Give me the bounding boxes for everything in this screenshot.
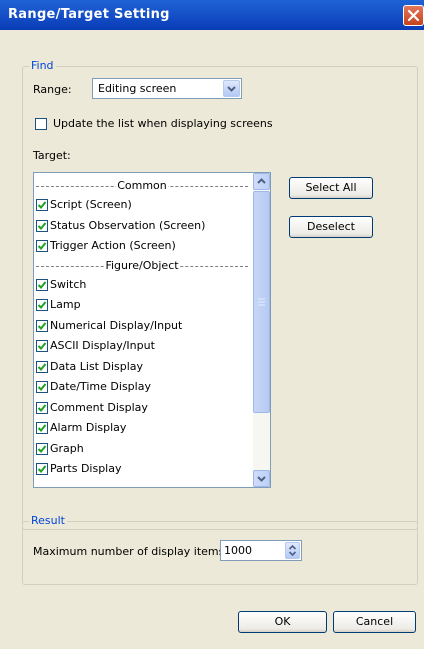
list-item-checkbox[interactable] [36,240,48,252]
grip-icon [258,298,265,306]
list-section-header: Common [36,177,248,195]
list-item-label: Script (Screen) [50,198,132,211]
checkmark-icon [37,201,47,209]
dialog-client-area: Find Range: Editing screen Update the li… [0,30,424,649]
title-bar[interactable]: Range/Target Setting [0,0,424,30]
max-items-spin-button[interactable] [285,542,300,559]
max-items-value: 1000 [224,544,252,557]
dialog-window: Range/Target Setting Find Range: Editing… [0,0,424,649]
arrow-down-icon [257,476,266,482]
checkmark-icon [37,424,47,432]
list-item[interactable]: Alarm Display [36,418,250,438]
checkmark-icon [37,403,47,412]
range-value: Editing screen [98,82,177,95]
checkmark-icon [37,342,47,350]
chevron-down-icon [227,86,236,92]
target-label: Target: [33,149,71,162]
scroll-down-button[interactable] [253,470,270,487]
list-item-label: Graph [50,441,84,455]
checkmark-icon [37,444,47,453]
list-item-label: Switch [50,277,87,291]
max-items-label: Maximum number of display items: [33,545,229,558]
checkmark-icon [37,321,47,330]
max-items-stepper[interactable]: 1000 [220,540,302,561]
update-list-checkbox[interactable] [35,118,47,130]
checkmark-icon [37,362,47,371]
list-item-label: Data List Display [50,359,144,373]
list-item[interactable]: Lamp [36,295,250,315]
list-item[interactable]: Comment Display [36,398,250,418]
list-item-label: Date/Time Display [50,380,151,393]
result-group-label: Result [29,514,67,527]
list-item-checkbox[interactable] [36,340,48,352]
list-item-label: Comment Display [50,400,148,414]
list-item-label: Parts Display [50,462,122,475]
find-group-label: Find [29,59,56,72]
close-icon [407,9,420,22]
list-section-label: Figure/Object [104,258,180,272]
list-item-label: Status Observation (Screen) [50,218,206,232]
list-item-checkbox[interactable] [36,278,48,291]
range-label: Range: [33,83,72,96]
cancel-button[interactable]: Cancel [333,611,416,633]
list-item-label: Lamp [50,298,81,311]
list-item[interactable]: Numerical Display/Input [36,316,250,336]
list-item-checkbox[interactable] [36,401,48,414]
list-item-checkbox[interactable] [36,219,48,232]
vertical-scrollbar[interactable] [253,173,270,487]
list-item[interactable]: Trigger Action (Screen) [36,236,250,256]
close-button[interactable] [403,5,424,26]
list-item-label: ASCII Display/Input [50,339,155,352]
list-item-checkbox[interactable] [36,381,48,393]
list-item-label: Numerical Display/Input [50,318,183,332]
list-item[interactable]: Switch [36,275,250,295]
list-section-label: Common [116,179,168,192]
scroll-up-button[interactable] [253,173,270,190]
checkmark-icon [37,221,47,230]
deselect-button[interactable]: Deselect [289,216,373,238]
list-item-checkbox[interactable] [36,299,48,311]
spin-updown-icon [288,544,297,557]
range-dropdown[interactable]: Editing screen [92,78,242,99]
dialog-title: Range/Target Setting [8,7,170,22]
list-item-checkbox[interactable] [36,319,48,332]
list-item-label: Alarm Display [50,421,127,434]
list-item-checkbox[interactable] [36,199,48,211]
checkmark-icon [37,383,47,391]
arrow-up-icon [257,178,266,184]
list-section-header: Figure/Object [36,257,248,275]
checkmark-icon [37,242,47,250]
checkmark-icon [37,301,47,309]
list-item[interactable]: Data List Display [36,357,250,377]
select-all-button[interactable]: Select All [289,177,373,199]
range-dropdown-button[interactable] [223,80,240,97]
list-item-checkbox[interactable] [36,422,48,434]
list-item[interactable]: Date/Time Display [36,377,250,397]
checkmark-icon [37,465,47,473]
list-item[interactable]: Parts Display [36,459,250,479]
list-item[interactable]: Status Observation (Screen) [36,216,250,236]
checkmark-icon [37,280,47,289]
list-item[interactable]: Graph [36,439,250,459]
list-item-checkbox[interactable] [36,442,48,455]
scrollbar-thumb[interactable] [253,191,270,413]
list-item[interactable]: Script (Screen) [36,195,250,215]
list-item-checkbox[interactable] [36,463,48,475]
list-item-label: Trigger Action (Screen) [50,239,176,252]
ok-button[interactable]: OK [238,611,327,633]
target-listbox[interactable]: Common Script (Screen) Status Observation … [33,172,271,488]
list-item[interactable]: ASCII Display/Input [36,336,250,356]
list-item-checkbox[interactable] [36,360,48,373]
update-list-label: Update the list when displaying screens [53,117,273,130]
